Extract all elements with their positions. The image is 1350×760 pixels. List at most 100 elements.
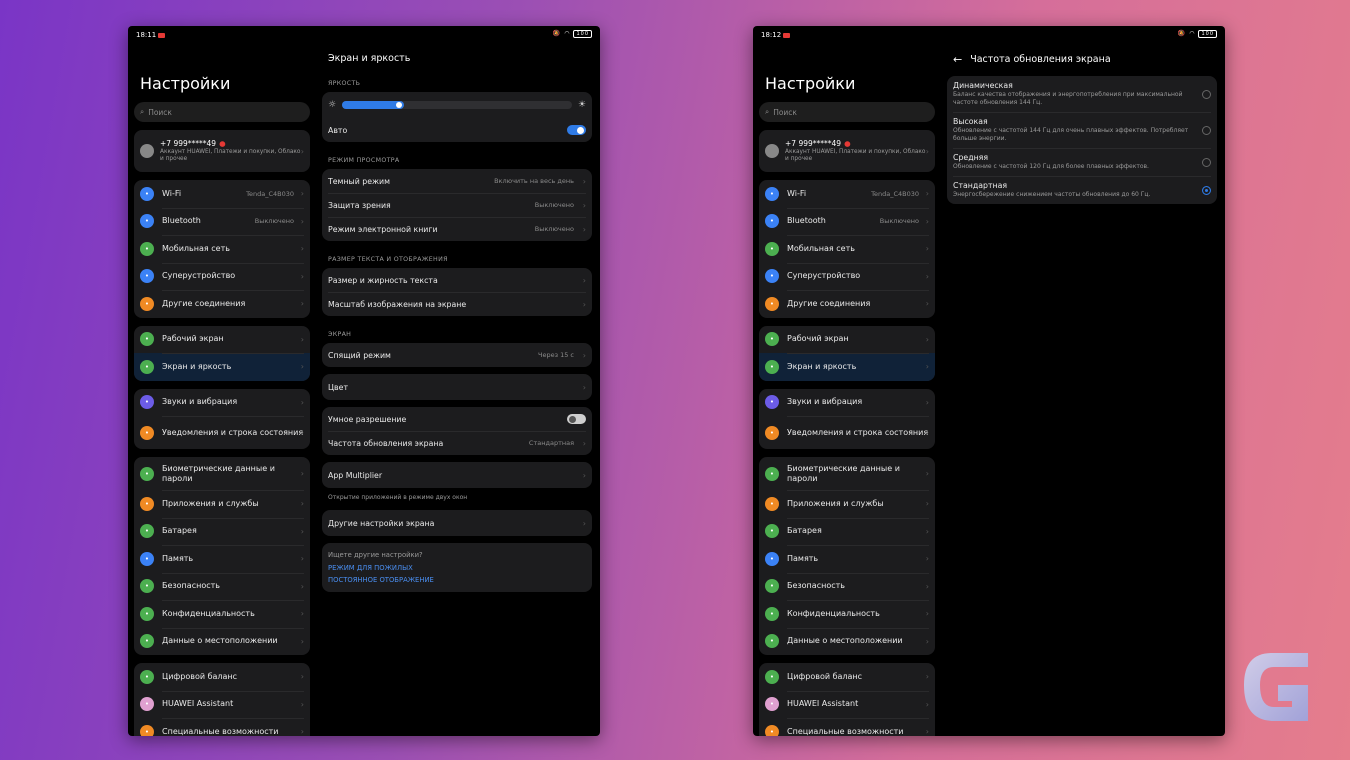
settings-row[interactable]: Масштаб изображения на экране › <box>322 292 592 316</box>
chevron-right-icon: › <box>925 636 929 646</box>
sidebar-item-label: Мобильная сеть <box>787 243 855 253</box>
sidebar-item[interactable]: • Память › <box>134 545 310 573</box>
settings-row[interactable]: Режим электронной книги Выключено › <box>322 217 592 241</box>
radio-button[interactable] <box>1202 185 1211 195</box>
section-brightness: ЯРКОСТЬ <box>328 80 361 87</box>
search-input[interactable]: ⌕ Поиск <box>759 102 935 122</box>
smart-resolution-toggle[interactable] <box>567 414 586 424</box>
account-card[interactable]: +7 999*****49 ● Аккаунт HUAWEI, Платежи и… <box>134 130 310 172</box>
radio-button[interactable] <box>1202 157 1211 167</box>
sidebar-item[interactable]: • Суперустройство › <box>134 262 310 291</box>
sidebar-item[interactable]: • Данные о местоположении › <box>759 627 935 656</box>
sidebar-item[interactable]: • HUAWEI Assistant › <box>134 690 310 719</box>
sidebar-item[interactable]: • Уведомления и строка состояния › <box>134 416 310 449</box>
sidebar-item[interactable]: • Рабочий экран › <box>759 326 935 354</box>
auto-brightness-row[interactable]: Авто <box>322 118 592 142</box>
sidebar-item[interactable]: • Уведомления и строка состояния › <box>759 416 935 449</box>
color-row[interactable]: Цвет › <box>322 374 592 400</box>
sidebar-item[interactable]: • Мобильная сеть › <box>134 235 310 263</box>
brightness-slider[interactable] <box>342 101 572 109</box>
sidebar-item[interactable]: • Приложения и службы › <box>134 490 310 518</box>
row-value: Выключено <box>534 225 574 233</box>
sidebar-item[interactable]: • Bluetooth Выключено › <box>134 207 310 236</box>
display-icon: • <box>765 359 779 374</box>
sidebar-item[interactable]: • HUAWEI Assistant › <box>759 690 935 719</box>
looking-question: Ищете другие настройки? <box>328 551 423 559</box>
sidebar-item[interactable]: • Мобильная сеть › <box>759 235 935 263</box>
always-on-display-link[interactable]: ПОСТОЯННОЕ ОТОБРАЖЕНИЕ <box>328 576 586 584</box>
sidebar-item[interactable]: • Специальные возможности › <box>134 718 310 736</box>
refresh-option[interactable]: Средняя Обновление с частотой 120 Гц для … <box>947 148 1217 176</box>
other-card: Другие настройки экрана › <box>322 510 592 536</box>
chevron-right-icon: › <box>300 334 304 344</box>
sidebar-item[interactable]: • Приложения и службы › <box>759 490 935 518</box>
sidebar-item[interactable]: • Экран и яркость › <box>759 353 935 381</box>
settings-row[interactable]: Защита зрения Выключено › <box>322 193 592 217</box>
sleep-row[interactable]: Спящий режим Через 15 с › <box>322 343 592 367</box>
radio-button[interactable] <box>1202 89 1211 99</box>
chevron-right-icon: › <box>925 672 929 682</box>
sidebar-item[interactable]: • Безопасность › <box>134 572 310 601</box>
sidebar-item[interactable]: • Рабочий экран › <box>134 326 310 354</box>
sidebar-item[interactable]: • Wi-Fi Tenda_C4B030 › <box>759 180 935 208</box>
sidebar-item[interactable]: • Цифровой баланс › <box>759 663 935 691</box>
notification-dot: ● <box>844 138 851 148</box>
sidebar-item[interactable]: • Батарея › <box>759 517 935 546</box>
refresh-option[interactable]: Динамическая Баланс качества отображения … <box>947 76 1217 112</box>
sidebar-item[interactable]: • Конфиденциальность › <box>134 600 310 628</box>
sidebar-item[interactable]: • Звуки и вибрация › <box>759 389 935 417</box>
sidebar-item-label: Батарея <box>162 526 197 536</box>
option-name: Средняя <box>953 153 989 162</box>
sidebar-item[interactable]: • Батарея › <box>134 517 310 546</box>
sidebar-item[interactable]: • Специальные возможности › <box>759 718 935 736</box>
sidebar-item[interactable]: • Wi-Fi Tenda_C4B030 › <box>134 180 310 208</box>
sidebar-item[interactable]: • Конфиденциальность › <box>759 600 935 628</box>
settings-row[interactable]: Размер и жирность текста › <box>322 268 592 292</box>
hourglass-icon: • <box>765 669 779 684</box>
chevron-right-icon: › <box>582 200 586 210</box>
sidebar-item-label: Биометрические данные и пароли <box>787 463 900 483</box>
app-multiplier-row[interactable]: App Multiplier › <box>322 462 592 488</box>
chevron-right-icon: › <box>300 554 304 564</box>
color-card: Цвет › <box>322 374 592 400</box>
account-card[interactable]: +7 999*****49 ● Аккаунт HUAWEI, Платежи и… <box>759 130 935 172</box>
refresh-option[interactable]: Высокая Обновление с частотой 144 Гц для … <box>947 112 1217 148</box>
sidebar-item[interactable]: • Цифровой баланс › <box>134 663 310 691</box>
sidebar-item[interactable]: • Данные о местоположении › <box>134 627 310 656</box>
mute-icon: 🔕 <box>1177 30 1187 37</box>
sidebar-item[interactable]: • Биометрические данные и пароли › <box>759 457 935 490</box>
row-label: Размер и жирность текста <box>328 275 438 285</box>
sidebar-item[interactable]: • Безопасность › <box>759 572 935 601</box>
sidebar-item[interactable]: • Другие соединения › <box>759 290 935 318</box>
mobile-network-icon: • <box>140 241 154 256</box>
smart-resolution-row[interactable]: Умное разрешение <box>322 407 592 431</box>
looking-for-card: Ищете другие настройки? РЕЖИМ ДЛЯ ПОЖИЛЫ… <box>322 543 592 592</box>
refresh-option[interactable]: Стандартная Энергосбережение снижением ча… <box>947 176 1217 204</box>
chevron-right-icon: › <box>300 727 304 736</box>
chevron-right-icon: › <box>925 526 929 536</box>
sidebar-item[interactable]: • Экран и яркость › <box>134 353 310 381</box>
search-input[interactable]: ⌕ Поиск <box>134 102 310 122</box>
settings-group: • Биометрические данные и пароли › • Приложе… <box>759 457 935 655</box>
auto-brightness-toggle[interactable] <box>567 125 586 135</box>
sidebar-item-label: Суперустройство <box>787 271 861 281</box>
other-settings-row[interactable]: Другие настройки экрана › <box>322 510 592 536</box>
other-settings-label: Другие настройки экрана <box>328 518 435 528</box>
sun-large-icon: ☀ <box>577 100 586 110</box>
sidebar-item[interactable]: • Звуки и вибрация › <box>134 389 310 417</box>
radio-button[interactable] <box>1202 125 1211 135</box>
display-settings-panel: Экран и яркость ЯРКОСТЬ ☼ ☀ Авто РЕЖИМ П… <box>322 44 592 736</box>
accessibility-icon: • <box>140 724 154 736</box>
sidebar-item[interactable]: • Память › <box>759 545 935 573</box>
wifi-icon: • <box>140 186 154 201</box>
chevron-right-icon: › <box>300 146 304 156</box>
sidebar-item[interactable]: • Биометрические данные и пароли › <box>134 457 310 490</box>
section-screen: ЭКРАН <box>328 331 352 338</box>
sidebar-item[interactable]: • Bluetooth Выключено › <box>759 207 935 236</box>
refresh-rate-row[interactable]: Частота обновления экрана Стандартная › <box>322 431 592 455</box>
sidebar-item[interactable]: • Другие соединения › <box>134 290 310 318</box>
elderly-mode-link[interactable]: РЕЖИМ ДЛЯ ПОЖИЛЫХ <box>328 564 586 572</box>
sidebar-item[interactable]: • Суперустройство › <box>759 262 935 291</box>
back-arrow-icon[interactable]: ← <box>953 53 962 66</box>
settings-row[interactable]: Темный режим Включить на весь день › <box>322 169 592 193</box>
